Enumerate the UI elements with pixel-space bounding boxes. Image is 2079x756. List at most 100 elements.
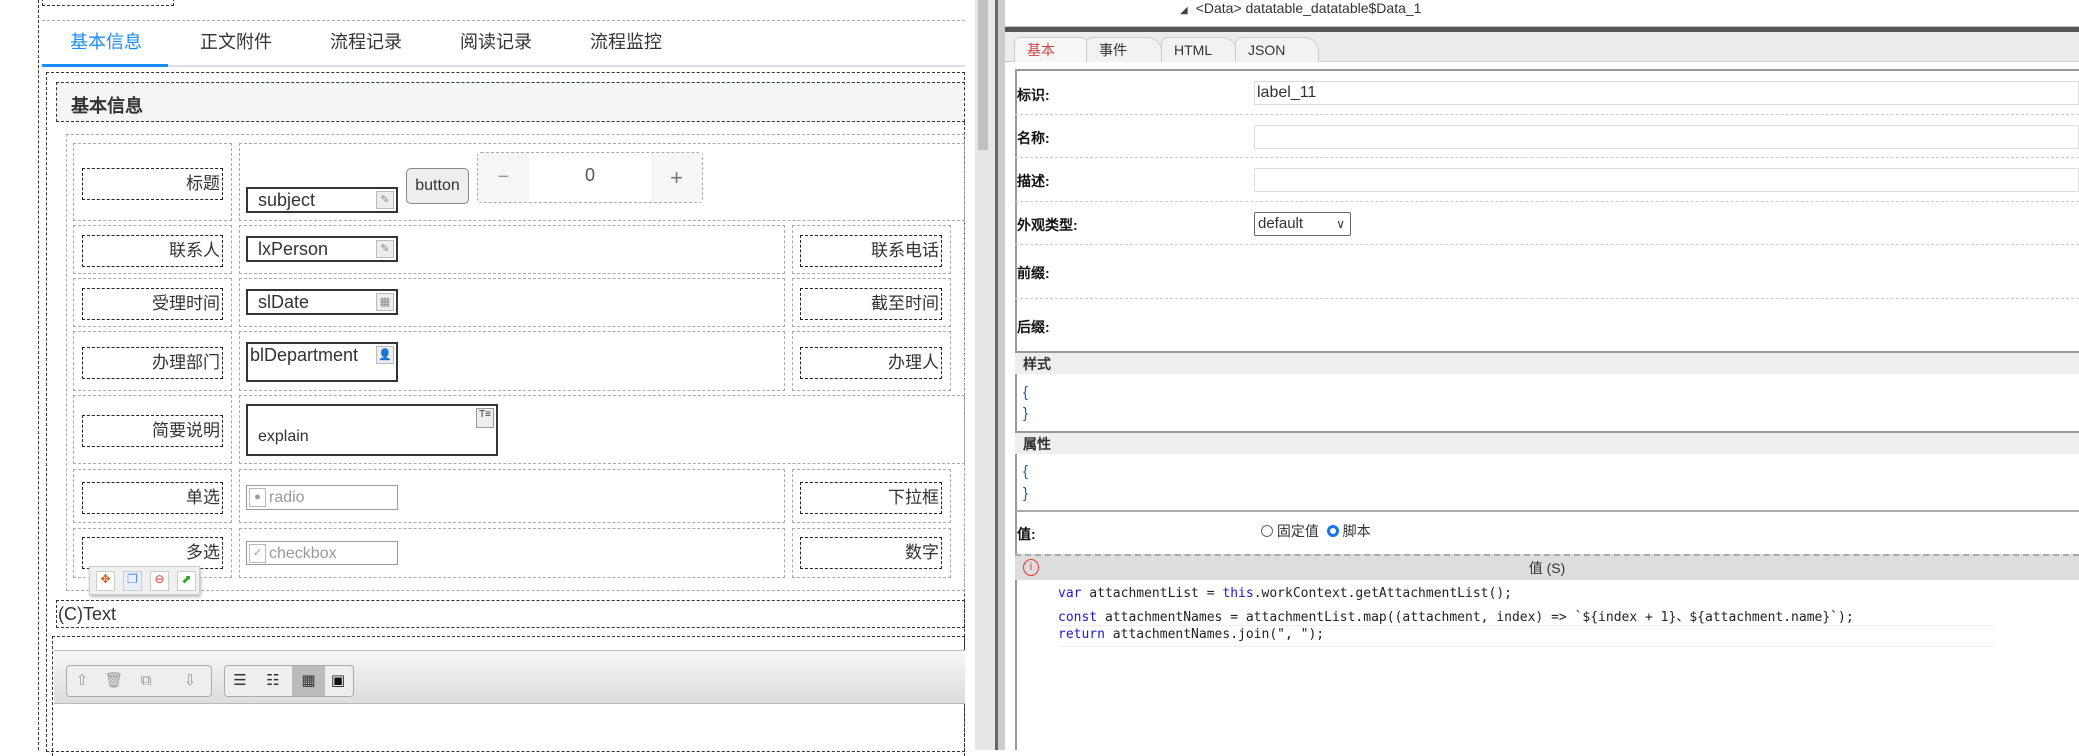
tab-events[interactable]: 事件 [1086, 37, 1162, 62]
upload-icon[interactable]: ⇧ [70, 669, 94, 693]
attributes-editor-close: } [1023, 485, 1029, 502]
section-header: 基本信息 [56, 82, 965, 122]
delete-icon[interactable]: ⊖ [150, 571, 169, 591]
chevron-down-icon: ∨ [1336, 217, 1345, 231]
move-icon[interactable]: ✥ [96, 571, 115, 591]
style-editor[interactable]: { [1023, 384, 1028, 401]
view-mode-group: ☰ ☷ ▦ ▣ [224, 665, 354, 697]
properties-panel: ◢ <Data> datatable_datatable$Data_1 基本 事件… [1005, 0, 2079, 750]
grid-icon[interactable]: ▦ [292, 666, 325, 696]
department-label: 办理部门 [82, 347, 223, 379]
subject-value: subject [258, 190, 316, 210]
active-tab-indicator [42, 64, 168, 67]
accept-date-field[interactable]: slDate ▦ [246, 289, 398, 315]
outer-border [38, 0, 39, 750]
tab-basic[interactable]: 基本 [1014, 37, 1094, 62]
splitter[interactable] [995, 0, 1005, 750]
select-parent-icon[interactable]: ⬈ [177, 571, 196, 591]
list-icon[interactable]: ☰ [228, 669, 252, 693]
appearance-value: default [1258, 215, 1304, 232]
image-icon[interactable]: ▣ [326, 669, 350, 693]
checkbox-value: checkbox [269, 545, 337, 562]
style-editor-close: } [1023, 405, 1029, 422]
radio-icon: ● [249, 488, 266, 507]
code-keyword: const [1058, 610, 1098, 625]
radio-label: 单选 [82, 482, 223, 514]
department-field[interactable]: blDepartment 👤 [246, 342, 398, 382]
replace-icon[interactable]: ⧉ [134, 669, 158, 693]
radio-script-label[interactable]: 脚本 [1343, 523, 1371, 539]
style-section-header: 样式 [1015, 351, 2079, 374]
file-actions-group: ⇧ 🗑 ⧉ ⇩ [66, 665, 212, 697]
explain-textarea[interactable]: explain T≡ [246, 404, 498, 456]
subject-field[interactable]: subject ✎ [246, 187, 398, 213]
id-input[interactable]: label_11 [1254, 81, 2079, 105]
person-icon: 👤 [376, 346, 394, 364]
appearance-select[interactable]: default ∨ [1254, 212, 1351, 236]
button[interactable]: button [406, 168, 469, 204]
tab-bar-line [42, 65, 965, 67]
explain-value: explain [258, 428, 309, 445]
description-input[interactable] [1254, 168, 2079, 192]
attributes-editor[interactable]: { [1023, 463, 1028, 480]
number-stepper: − 0 + [477, 152, 703, 203]
attachment-toolbar: ⇧ 🗑 ⧉ ⇩ ☰ ☷ ▦ ▣ [54, 650, 965, 704]
handler-label: 办理人 [800, 347, 942, 379]
form-designer-canvas: 基本信息 正文附件 流程记录 阅读记录 流程监控 基本信息 标题 subject… [0, 0, 1000, 756]
contact-person-label: 联系人 [82, 235, 223, 267]
tab-basic-info[interactable]: 基本信息 [70, 28, 142, 54]
code-keyword: this [1222, 586, 1254, 601]
prefix-label: 前缀: [1017, 265, 1050, 281]
contact-person-field[interactable]: lxPerson ✎ [246, 236, 398, 262]
tree-item[interactable]: ◢ <Data> datatable_datatable$Data_1 [1005, 0, 2079, 27]
checkbox-icon: ✓ [249, 544, 266, 563]
script-header-title: 值 (S) [1528, 560, 1566, 576]
value-label: 值: [1017, 526, 1036, 542]
checkbox-label: 多选 [82, 537, 223, 569]
tab-flow-records[interactable]: 流程记录 [330, 28, 402, 54]
scrollbar[interactable] [975, 0, 995, 750]
tab-json[interactable]: JSON [1235, 37, 1319, 62]
trash-icon[interactable]: 🗑 [102, 669, 126, 693]
tab-html[interactable]: HTML [1161, 37, 1237, 62]
summary-label: 简要说明 [82, 415, 223, 447]
radio-fixed[interactable] [1261, 525, 1273, 537]
radio-value: radio [269, 489, 305, 506]
decrement-button[interactable]: − [478, 153, 529, 202]
download-icon[interactable]: ⇩ [178, 669, 202, 693]
detail-list-icon[interactable]: ☷ [261, 669, 285, 693]
appearance-label: 外观类型: [1017, 217, 1078, 233]
code-text: attachmentNames.join(", "); [1104, 627, 1325, 642]
calendar-icon: ▦ [376, 293, 394, 311]
code-text: .workContext.getAttachmentList(); [1253, 586, 1512, 601]
tab-attachments[interactable]: 正文附件 [200, 28, 272, 54]
tab-flow-monitor[interactable]: 流程监控 [590, 28, 662, 54]
increment-button[interactable]: + [651, 153, 702, 202]
textarea-icon: T≡ [476, 408, 494, 428]
info-icon[interactable]: i [1023, 559, 1039, 576]
script-editor[interactable]: var attachmentList = this.workContext.ge… [1015, 580, 2079, 750]
code-text: attachmentNames = attachmentList.map((at… [1097, 610, 1854, 625]
text-component[interactable]: (C)Text [56, 600, 965, 628]
radio-field[interactable]: ● radio [246, 485, 398, 510]
code-text: attachmentList = [1081, 586, 1223, 601]
contact-person-value: lxPerson [258, 239, 329, 259]
accept-time-label: 受理时间 [82, 288, 223, 320]
code-keyword: var [1058, 586, 1082, 601]
copy-icon[interactable]: ❐ [123, 571, 142, 591]
top-placeholder [42, 0, 174, 6]
department-value: blDepartment [250, 345, 359, 365]
checkbox-field[interactable]: ✓ checkbox [246, 541, 398, 565]
number-label: 数字 [800, 537, 942, 569]
suffix-label: 后缀: [1017, 319, 1050, 335]
stepper-input[interactable]: 0 [529, 153, 651, 202]
subject-label: 标题 [82, 168, 223, 200]
radio-script[interactable] [1326, 525, 1339, 537]
divider [42, 20, 965, 21]
name-input[interactable] [1254, 125, 2079, 149]
value-type-radio: 固定值 脚本 [1261, 521, 1371, 541]
script-editor-header: 值 (S) i [1015, 554, 2079, 580]
edit-icon: ✎ [376, 191, 394, 209]
radio-fixed-label[interactable]: 固定值 [1277, 523, 1319, 539]
tab-read-records[interactable]: 阅读记录 [460, 28, 532, 54]
